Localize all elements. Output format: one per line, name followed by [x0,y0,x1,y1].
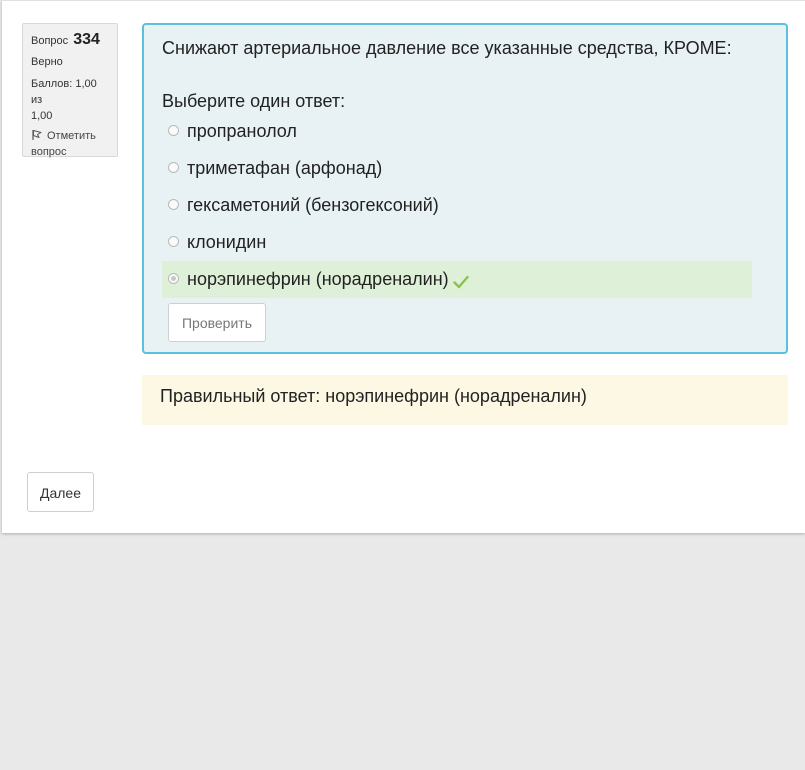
flag-question-link[interactable]: Отметить вопрос [31,128,111,160]
answer-prompt: Выберите один ответ: [162,91,346,111]
flag-icon [31,130,47,142]
answer-option-2[interactable]: триметафан (арфонад) [162,150,752,187]
question-state: Верно [31,56,63,68]
question-number-line: Вопрос 334 [31,30,111,51]
answer-label: клонидин [187,232,267,252]
question-formulation: Снижают артериальное давление все указан… [142,23,788,354]
radio-button-selected[interactable] [168,273,179,284]
check-button[interactable]: Проверить [168,303,266,342]
check-icon [452,265,469,302]
answer-label: пропранолол [187,121,297,141]
answer-options: пропранолол триметафан (арфонад) гексаме… [162,113,752,298]
question-word: Вопрос [31,35,69,47]
answer-option-4[interactable]: клонидин [162,224,752,261]
answer-label: гексаметоний (бензогексоний) [187,195,439,215]
next-button[interactable]: Далее [27,472,94,512]
answer-option-5-correct[interactable]: норэпинефрин (норадреналин) [162,261,752,298]
radio-button[interactable] [168,162,179,173]
quiz-page: Вопрос 334 Верно Баллов: 1,00 из 1,00 От… [2,0,805,533]
answer-option-3[interactable]: гексаметоний (бензогексоний) [162,187,752,224]
answer-label: триметафан (арфонад) [187,158,383,178]
question-grade: Баллов: 1,00 из 1,00 [31,76,111,124]
flag-label-line-1: Отметить [47,130,96,142]
grade-line-1: Баллов: 1,00 из [31,78,97,106]
question-number: 334 [73,31,100,48]
right-answer-feedback: Правильный ответ: норэпинефрин (норадрен… [142,375,788,425]
flag-label-line-2: вопрос [31,146,67,158]
question-info-panel: Вопрос 334 Верно Баллов: 1,00 из 1,00 От… [22,23,118,160]
answer-option-1[interactable]: пропранолол [162,113,752,150]
answer-label: норэпинефрин (норадреналин) [187,269,449,289]
question-text: Снижают артериальное давление все указан… [162,38,732,58]
radio-button[interactable] [168,236,179,247]
radio-button[interactable] [168,199,179,210]
grade-line-2: 1,00 [31,110,53,122]
radio-button[interactable] [168,125,179,136]
